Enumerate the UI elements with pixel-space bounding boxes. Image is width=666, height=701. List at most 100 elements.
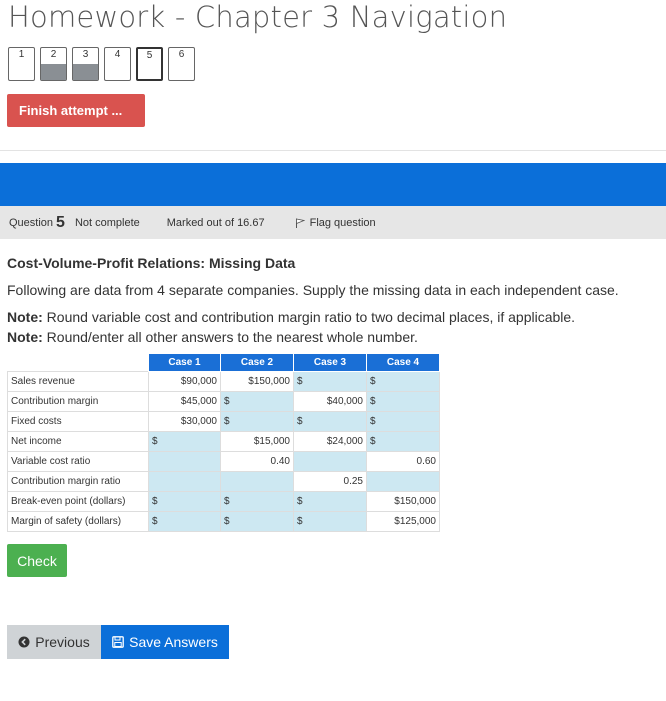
question-label: Question [9, 216, 54, 229]
currency-prefix: $ [297, 496, 303, 507]
table-header-case-1: Case 1 [148, 353, 221, 372]
answer-input-cell[interactable]: $ [366, 371, 440, 392]
row-label: Variable cost ratio [7, 451, 149, 472]
table-header-row: Case 1 Case 2 Case 3 Case 4 [7, 353, 440, 372]
question-info-bar: Question 5 Not complete Marked out of 16… [0, 206, 666, 239]
table-row: Sales revenue $90,000 $150,000 $ $ [7, 371, 440, 392]
answer-input-cell[interactable]: $ [148, 491, 221, 512]
currency-prefix: $ [370, 376, 376, 387]
header-bar [0, 163, 666, 206]
save-answers-label: Save Answers [129, 634, 218, 650]
answer-input-cell[interactable]: $ [293, 371, 367, 392]
table-header-case-2: Case 2 [220, 353, 294, 372]
quiz-nav-number: 2 [50, 49, 57, 60]
table-row: Variable cost ratio 0.40 0.60 [7, 451, 440, 472]
save-answers-button[interactable]: Save Answers [101, 625, 229, 659]
answer-input-cell[interactable]: $ [293, 491, 367, 512]
row-label: Contribution margin ratio [7, 471, 149, 492]
given-value-cell: 0.40 [220, 451, 294, 472]
table-row: Margin of safety (dollars) $ $ $ $125,000 [7, 511, 440, 532]
currency-prefix: $ [152, 516, 158, 527]
table-header-case-4: Case 4 [366, 353, 440, 372]
table-row: Net income $ $15,000 $24,000 $ [7, 431, 440, 452]
currency-prefix: $ [152, 436, 158, 447]
row-label: Fixed costs [7, 411, 149, 432]
given-value-cell: 0.25 [293, 471, 367, 492]
answer-input-cell[interactable]: $ [148, 431, 221, 452]
quiz-nav-button-2[interactable]: 2 [40, 47, 67, 81]
cvp-data-table: Case 1 Case 2 Case 3 Case 4 Sales revenu… [7, 353, 440, 532]
quiz-navigation: 1 2 3 4 5 6 [8, 47, 200, 81]
question-grade: Marked out of 16.67 [166, 216, 265, 229]
currency-prefix: $ [370, 436, 376, 447]
question-number: 5 [56, 213, 65, 231]
answered-indicator [41, 64, 66, 80]
currency-prefix: $ [224, 416, 230, 427]
table-header-case-3: Case 3 [293, 353, 367, 372]
flag-icon [295, 218, 305, 228]
given-value-cell: $45,000 [148, 391, 221, 412]
quiz-nav-button-6[interactable]: 6 [168, 47, 195, 81]
answer-input-cell[interactable]: $ [366, 431, 440, 452]
note-label: Note: [7, 329, 43, 345]
table-row: Fixed costs $30,000 $ $ $ [7, 411, 440, 432]
flag-question-label: Flag question [309, 216, 376, 229]
page-title: Homework - Chapter 3 Navigation [8, 0, 508, 34]
table-header-blank [7, 353, 149, 372]
note-label: Note: [7, 309, 43, 325]
answer-input-cell[interactable]: $ [220, 411, 294, 432]
quiz-nav-number: 1 [18, 49, 25, 60]
currency-prefix: $ [224, 396, 230, 407]
answer-input-cell[interactable]: $ [366, 411, 440, 432]
row-label: Net income [7, 431, 149, 452]
question-state: Not complete [74, 216, 140, 229]
floppy-disk-icon [112, 636, 124, 648]
given-value-cell: $30,000 [148, 411, 221, 432]
answer-input-cell[interactable] [293, 451, 367, 472]
quiz-nav-button-4[interactable]: 4 [104, 47, 131, 81]
given-value-cell: $24,000 [293, 431, 367, 452]
currency-prefix: $ [224, 516, 230, 527]
row-label: Break-even point (dollars) [7, 491, 149, 512]
answer-input-cell[interactable]: $ [148, 511, 221, 532]
answer-input-cell[interactable] [148, 471, 221, 492]
answer-input-cell[interactable]: $ [220, 511, 294, 532]
previous-button[interactable]: Previous [7, 625, 101, 659]
answer-input-cell[interactable]: $ [220, 491, 294, 512]
answer-input-cell[interactable]: $ [220, 391, 294, 412]
given-value-cell: 0.60 [366, 451, 440, 472]
quiz-nav-number: 3 [82, 49, 89, 60]
row-label: Sales revenue [7, 371, 149, 392]
currency-prefix: $ [297, 376, 303, 387]
flag-question-link[interactable]: Flag question [295, 217, 376, 229]
note-text: Round variable cost and contribution mar… [42, 309, 576, 325]
finish-attempt-button[interactable]: Finish attempt ... [7, 94, 145, 127]
answer-input-cell[interactable] [366, 471, 440, 492]
currency-prefix: $ [370, 396, 376, 407]
currency-prefix: $ [297, 516, 303, 527]
quiz-nav-button-1[interactable]: 1 [8, 47, 35, 81]
question-text: Following are data from 4 separate compa… [7, 282, 619, 298]
answer-input-cell[interactable]: $ [293, 411, 367, 432]
answer-input-cell[interactable]: $ [366, 391, 440, 412]
currency-prefix: $ [224, 496, 230, 507]
note-decimals: Note: Round variable cost and contributi… [7, 309, 575, 325]
answer-input-cell[interactable] [220, 471, 294, 492]
answer-input-cell[interactable]: $ [293, 511, 367, 532]
quiz-nav-number: 4 [114, 49, 121, 60]
chevron-left-circle-icon [18, 636, 30, 648]
check-button[interactable]: Check [7, 544, 67, 577]
row-label: Margin of safety (dollars) [7, 511, 149, 532]
quiz-nav-button-5[interactable]: 5 [136, 47, 163, 81]
question-title: Cost-Volume-Profit Relations: Missing Da… [7, 255, 296, 271]
given-value-cell: $15,000 [220, 431, 294, 452]
table-row: Break-even point (dollars) $ $ $ $150,000 [7, 491, 440, 512]
answered-indicator [73, 64, 98, 80]
currency-prefix: $ [152, 496, 158, 507]
answer-input-cell[interactable] [148, 451, 221, 472]
given-value-cell: $125,000 [366, 511, 440, 532]
given-value-cell: $150,000 [220, 371, 294, 392]
quiz-nav-button-3[interactable]: 3 [72, 47, 99, 81]
given-value-cell: $40,000 [293, 391, 367, 412]
divider [0, 150, 666, 151]
